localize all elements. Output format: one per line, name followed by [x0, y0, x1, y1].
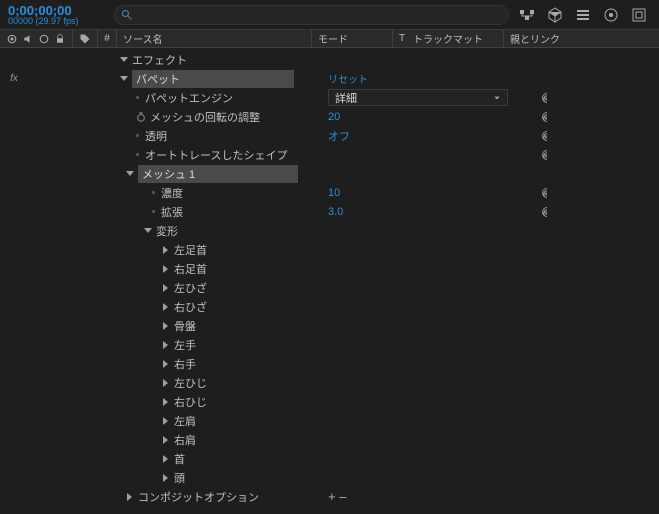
twirl-pin[interactable] — [160, 282, 172, 294]
audio-col-icon[interactable] — [22, 33, 34, 45]
source-name-col[interactable]: ソース名 — [117, 31, 311, 46]
composite-add-remove[interactable]: + – — [328, 489, 346, 504]
pin-label[interactable]: 骨盤 — [174, 318, 196, 334]
bullet — [152, 210, 155, 213]
transparent-value[interactable]: オフ — [328, 128, 350, 144]
trackmatte-col[interactable]: トラックマット — [407, 31, 503, 46]
group-mesh1[interactable]: メッシュ 1 — [138, 165, 298, 183]
timecode[interactable]: 0;00;00;00 — [8, 4, 114, 17]
pin-label[interactable]: 首 — [174, 451, 185, 467]
pin-label[interactable]: 右足首 — [174, 261, 207, 277]
pin-label[interactable]: 右ひざ — [174, 299, 207, 315]
expansion-value[interactable]: 3.0 — [328, 206, 343, 218]
twirl-deform[interactable] — [142, 225, 154, 237]
index-col[interactable]: # — [98, 33, 116, 44]
prop-expansion[interactable]: 拡張 — [161, 204, 183, 220]
search-icon — [121, 9, 133, 21]
pin-label[interactable]: 左ひじ — [174, 375, 207, 391]
pin-label[interactable]: 頭 — [174, 470, 185, 486]
twirl-pin[interactable] — [160, 320, 172, 332]
bullet — [136, 153, 139, 156]
prop-transparent[interactable]: 透明 — [145, 128, 167, 144]
twirl-mesh1[interactable] — [124, 168, 136, 180]
pickwhip-icon[interactable] — [541, 206, 553, 218]
timeline-tree: エフェクト fx パペット リセット パペットエンジン 詳細 メッシュの回転の調… — [0, 48, 659, 506]
prop-mesh-rotation[interactable]: メッシュの回転の調整 — [150, 109, 260, 125]
chevron-down-icon — [493, 94, 501, 102]
twirl-pin[interactable] — [160, 434, 172, 446]
search-field[interactable] — [114, 5, 509, 25]
twirl-pin[interactable] — [160, 396, 172, 408]
twirl-pin[interactable] — [160, 377, 172, 389]
pickwhip-icon[interactable] — [541, 130, 553, 142]
bullet — [152, 191, 155, 194]
pin-label[interactable]: 左肩 — [174, 413, 196, 429]
twirl-pin[interactable] — [160, 244, 172, 256]
twirl-pin[interactable] — [160, 415, 172, 427]
bullet — [136, 134, 139, 137]
effect-name-puppet[interactable]: パペット — [132, 70, 294, 88]
density-value[interactable]: 10 — [328, 187, 340, 199]
bullet — [136, 96, 139, 99]
pickwhip-icon[interactable] — [541, 149, 553, 161]
pin-label[interactable]: 左足首 — [174, 242, 207, 258]
mode-col[interactable]: モード — [312, 31, 392, 46]
frame-blend-icon[interactable] — [603, 7, 619, 23]
reset-link[interactable]: リセット — [328, 71, 368, 86]
search-input[interactable] — [137, 9, 502, 21]
prop-density[interactable]: 濃度 — [161, 185, 183, 201]
pin-label[interactable]: 右手 — [174, 356, 196, 372]
draft3d-icon[interactable] — [547, 7, 563, 23]
parent-col[interactable]: 親とリンク — [504, 31, 659, 46]
pin-label[interactable]: 右肩 — [174, 432, 196, 448]
motion-blur-icon[interactable] — [631, 7, 647, 23]
pickwhip-icon[interactable] — [541, 111, 553, 123]
twirl-composite-options[interactable] — [124, 491, 136, 503]
pin-label[interactable]: 左手 — [174, 337, 196, 353]
twirl-puppet[interactable] — [118, 73, 130, 85]
twirl-pin[interactable] — [160, 453, 172, 465]
solo-col-icon[interactable] — [38, 33, 50, 45]
fx-badge[interactable]: fx — [0, 73, 28, 84]
shy-icon[interactable] — [575, 7, 591, 23]
video-col-icon[interactable] — [6, 33, 18, 45]
prop-puppet-engine[interactable]: パペットエンジン — [145, 90, 233, 106]
effects-label[interactable]: エフェクト — [132, 52, 187, 68]
label-col-icon[interactable] — [79, 33, 91, 45]
prop-autotrace[interactable]: オートトレースしたシェイプ — [145, 147, 287, 163]
composition-flowchart-icon[interactable] — [519, 7, 535, 23]
pickwhip-icon[interactable] — [541, 92, 553, 104]
pin-label[interactable]: 左ひざ — [174, 280, 207, 296]
lock-col-icon[interactable] — [54, 33, 66, 45]
stopwatch-icon[interactable] — [136, 112, 146, 122]
group-deform[interactable]: 変形 — [156, 223, 178, 239]
t-col[interactable]: T — [393, 33, 407, 44]
timecode-display[interactable]: 0;00;00;00 00000 (29.97 fps) — [4, 4, 114, 26]
twirl-pin[interactable] — [160, 263, 172, 275]
twirl-pin[interactable] — [160, 339, 172, 351]
twirl-effects[interactable] — [118, 54, 130, 66]
puppet-engine-dropdown[interactable]: 詳細 — [328, 89, 508, 106]
pickwhip-icon[interactable] — [541, 187, 553, 199]
dropdown-value: 詳細 — [335, 90, 357, 106]
timecode-sub: 00000 (29.97 fps) — [8, 17, 114, 26]
twirl-pin[interactable] — [160, 301, 172, 313]
twirl-pin[interactable] — [160, 358, 172, 370]
mesh-rotation-value[interactable]: 20 — [328, 111, 340, 123]
group-composite-options[interactable]: コンポジットオプション — [138, 489, 259, 505]
twirl-pin[interactable] — [160, 472, 172, 484]
pin-label[interactable]: 右ひじ — [174, 394, 207, 410]
